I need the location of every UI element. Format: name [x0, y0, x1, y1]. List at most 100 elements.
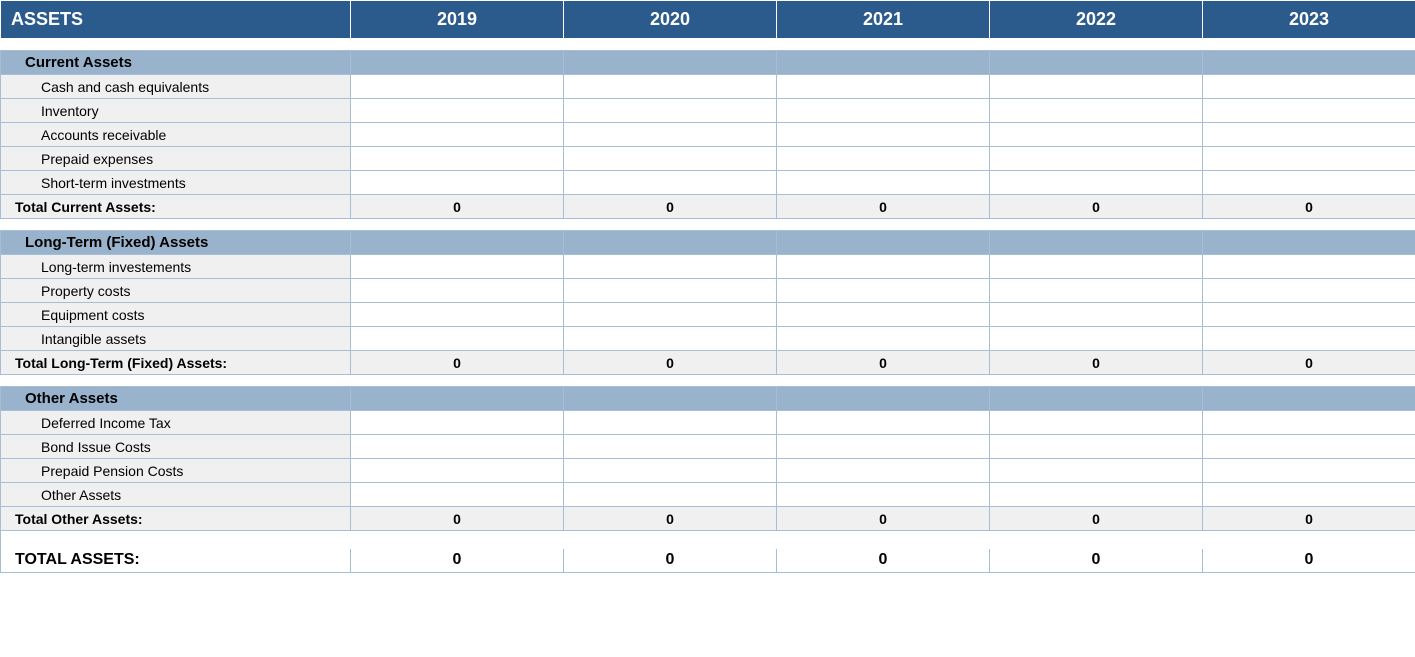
item-value[interactable]: [1203, 279, 1415, 303]
item-value[interactable]: [564, 435, 777, 459]
item-value[interactable]: [351, 147, 564, 171]
item-value[interactable]: [777, 147, 990, 171]
item-value[interactable]: [351, 99, 564, 123]
item-value[interactable]: [351, 303, 564, 327]
item-value[interactable]: [564, 123, 777, 147]
item-value[interactable]: [777, 279, 990, 303]
item-value[interactable]: [351, 123, 564, 147]
subtotal-value[interactable]: 0: [351, 351, 564, 375]
item-value[interactable]: [990, 171, 1203, 195]
subtotal-value[interactable]: 0: [990, 195, 1203, 219]
item-value[interactable]: [777, 459, 990, 483]
item-label[interactable]: Equipment costs: [1, 303, 351, 327]
item-value[interactable]: [777, 327, 990, 351]
item-label[interactable]: Long-term investements: [1, 255, 351, 279]
item-value[interactable]: [990, 459, 1203, 483]
item-value[interactable]: [351, 459, 564, 483]
subtotal-value[interactable]: 0: [777, 195, 990, 219]
item-label[interactable]: Property costs: [1, 279, 351, 303]
item-value[interactable]: [1203, 123, 1415, 147]
item-value[interactable]: [1203, 147, 1415, 171]
subtotal-value[interactable]: 0: [564, 351, 777, 375]
item-value[interactable]: [1203, 303, 1415, 327]
item-value[interactable]: [1203, 327, 1415, 351]
item-value[interactable]: [777, 75, 990, 99]
subtotal-value[interactable]: 0: [351, 507, 564, 531]
item-label[interactable]: Short-term investments: [1, 171, 351, 195]
item-value[interactable]: [1203, 459, 1415, 483]
item-value[interactable]: [777, 411, 990, 435]
subtotal-value[interactable]: 0: [777, 507, 990, 531]
subtotal-value[interactable]: 0: [1203, 195, 1415, 219]
subtotal-value[interactable]: 0: [351, 195, 564, 219]
subtotal-label[interactable]: Total Current Assets:: [1, 195, 351, 219]
item-value[interactable]: [1203, 75, 1415, 99]
item-value[interactable]: [564, 75, 777, 99]
item-value[interactable]: [990, 75, 1203, 99]
item-value[interactable]: [564, 147, 777, 171]
item-value[interactable]: [564, 255, 777, 279]
item-value[interactable]: [990, 123, 1203, 147]
grand-total-value[interactable]: 0: [351, 549, 564, 573]
item-value[interactable]: [1203, 483, 1415, 507]
item-value[interactable]: [1203, 411, 1415, 435]
subtotal-value[interactable]: 0: [990, 507, 1203, 531]
item-label[interactable]: Accounts receivable: [1, 123, 351, 147]
item-value[interactable]: [990, 279, 1203, 303]
subtotal-value[interactable]: 0: [564, 507, 777, 531]
item-value[interactable]: [1203, 99, 1415, 123]
item-label[interactable]: Prepaid Pension Costs: [1, 459, 351, 483]
grand-total-label[interactable]: TOTAL ASSETS:: [1, 549, 351, 573]
item-value[interactable]: [351, 327, 564, 351]
item-value[interactable]: [777, 483, 990, 507]
item-label[interactable]: Other Assets: [1, 483, 351, 507]
item-label[interactable]: Prepaid expenses: [1, 147, 351, 171]
item-value[interactable]: [777, 99, 990, 123]
item-value[interactable]: [1203, 435, 1415, 459]
item-value[interactable]: [351, 435, 564, 459]
item-value[interactable]: [351, 171, 564, 195]
item-value[interactable]: [990, 147, 1203, 171]
item-value[interactable]: [777, 303, 990, 327]
item-value[interactable]: [990, 411, 1203, 435]
item-value[interactable]: [564, 303, 777, 327]
subtotal-value[interactable]: 0: [1203, 351, 1415, 375]
subtotal-label[interactable]: Total Long-Term (Fixed) Assets:: [1, 351, 351, 375]
item-value[interactable]: [990, 303, 1203, 327]
subtotal-value[interactable]: 0: [990, 351, 1203, 375]
item-value[interactable]: [564, 483, 777, 507]
grand-total-value[interactable]: 0: [564, 549, 777, 573]
item-value[interactable]: [990, 327, 1203, 351]
subtotal-value[interactable]: 0: [1203, 507, 1415, 531]
item-value[interactable]: [351, 279, 564, 303]
subtotal-value[interactable]: 0: [564, 195, 777, 219]
item-value[interactable]: [564, 327, 777, 351]
subtotal-value[interactable]: 0: [777, 351, 990, 375]
item-label[interactable]: Cash and cash equivalents: [1, 75, 351, 99]
item-label[interactable]: Inventory: [1, 99, 351, 123]
item-value[interactable]: [990, 435, 1203, 459]
item-value[interactable]: [777, 435, 990, 459]
item-value[interactable]: [564, 411, 777, 435]
item-label[interactable]: Deferred Income Tax: [1, 411, 351, 435]
item-value[interactable]: [990, 483, 1203, 507]
subtotal-label[interactable]: Total Other Assets:: [1, 507, 351, 531]
item-value[interactable]: [351, 483, 564, 507]
item-value[interactable]: [351, 411, 564, 435]
item-value[interactable]: [564, 171, 777, 195]
grand-total-value[interactable]: 0: [1203, 549, 1415, 573]
item-value[interactable]: [564, 459, 777, 483]
item-value[interactable]: [990, 99, 1203, 123]
item-value[interactable]: [1203, 255, 1415, 279]
item-value[interactable]: [564, 99, 777, 123]
item-value[interactable]: [777, 123, 990, 147]
item-value[interactable]: [777, 171, 990, 195]
item-value[interactable]: [1203, 171, 1415, 195]
item-value[interactable]: [351, 75, 564, 99]
item-label[interactable]: Intangible assets: [1, 327, 351, 351]
item-value[interactable]: [351, 255, 564, 279]
grand-total-value[interactable]: 0: [777, 549, 990, 573]
item-value[interactable]: [777, 255, 990, 279]
grand-total-value[interactable]: 0: [990, 549, 1203, 573]
item-value[interactable]: [564, 279, 777, 303]
